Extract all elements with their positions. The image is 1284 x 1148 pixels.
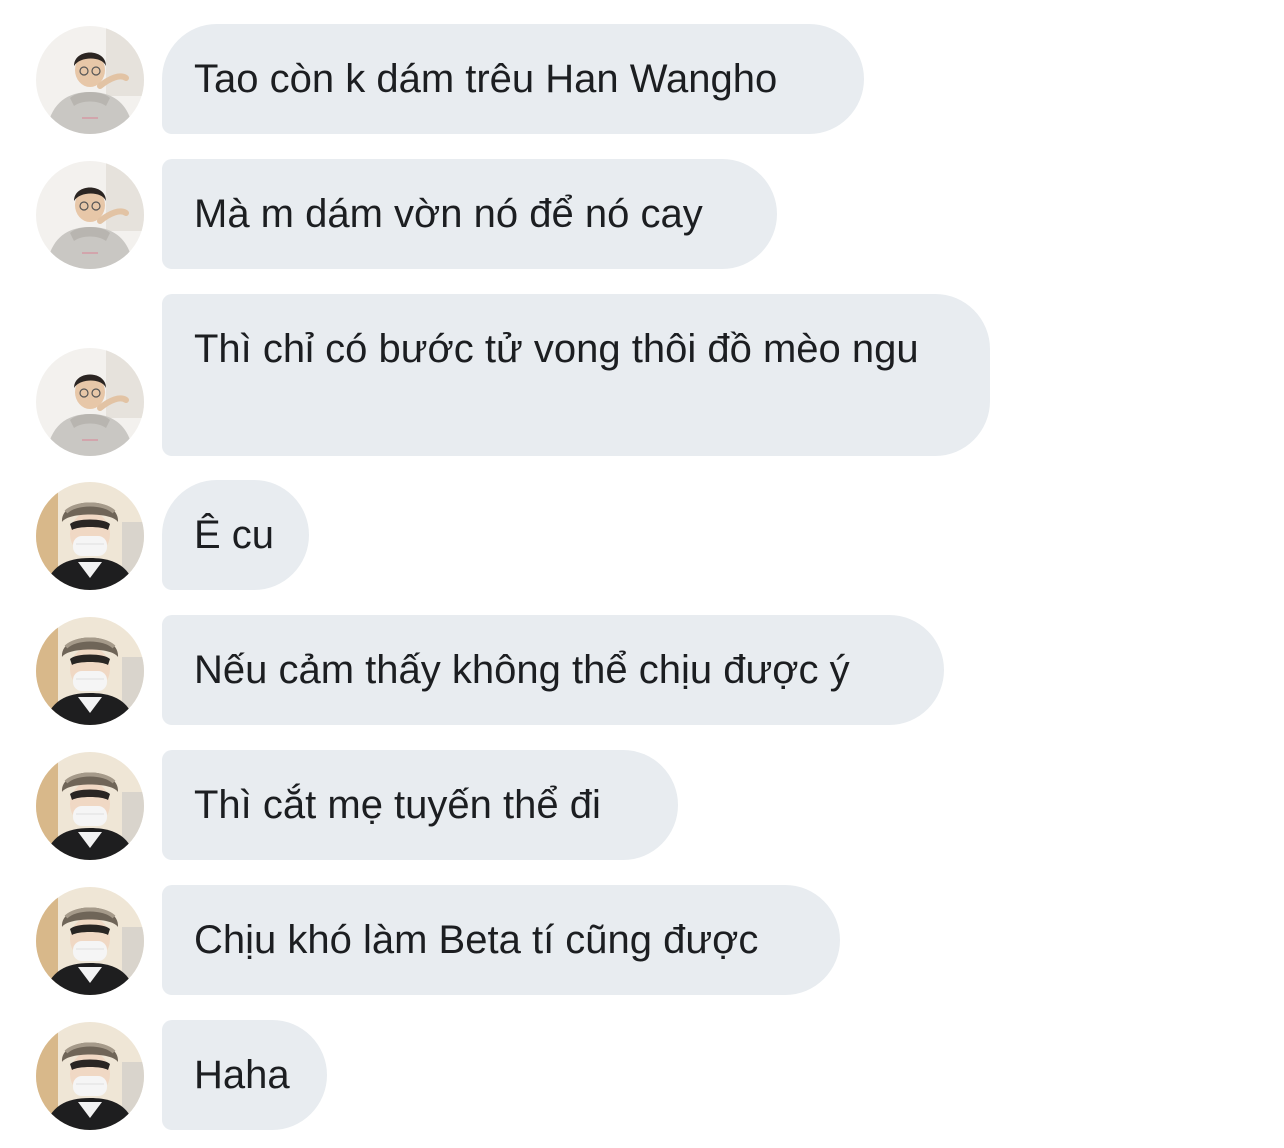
message-bubble[interactable]: Ê cu: [162, 480, 309, 590]
message-bubble[interactable]: Mà m dám vờn nó để nó cay: [162, 159, 777, 269]
person-in-grey-hoodie-avatar-icon: [36, 26, 144, 134]
message-row: Chịu khó làm Beta tí cũng được: [0, 885, 1284, 995]
avatar[interactable]: [36, 161, 144, 269]
message-row: Haha: [0, 1020, 1284, 1130]
message-row: Nếu cảm thấy không thể chịu được ý: [0, 615, 1284, 725]
person-in-fur-hat-mask-avatar-icon: [36, 482, 144, 590]
message-bubble[interactable]: Chịu khó làm Beta tí cũng được: [162, 885, 840, 995]
person-in-grey-hoodie-avatar-icon: [36, 161, 144, 269]
person-in-fur-hat-mask-avatar-icon: [36, 887, 144, 995]
person-in-grey-hoodie-avatar-icon: [36, 348, 144, 456]
message-bubble[interactable]: Tao còn k dám trêu Han Wangho: [162, 24, 864, 134]
message-row: Tao còn k dám trêu Han Wangho: [0, 24, 1284, 134]
message-row: Thì cắt mẹ tuyến thể đi: [0, 750, 1284, 860]
message-row: Thì chỉ có bước tử vong thôi đồ mèo ngu: [0, 294, 1284, 456]
avatar[interactable]: [36, 617, 144, 725]
message-bubble[interactable]: Nếu cảm thấy không thể chịu được ý: [162, 615, 944, 725]
person-in-fur-hat-mask-avatar-icon: [36, 1022, 144, 1130]
person-in-fur-hat-mask-avatar-icon: [36, 752, 144, 860]
message-row: Mà m dám vờn nó để nó cay: [0, 159, 1284, 269]
avatar[interactable]: [36, 752, 144, 860]
avatar[interactable]: [36, 1022, 144, 1130]
avatar[interactable]: [36, 887, 144, 995]
person-in-fur-hat-mask-avatar-icon: [36, 617, 144, 725]
avatar[interactable]: [36, 26, 144, 134]
message-row: Ê cu: [0, 480, 1284, 590]
avatar[interactable]: [36, 348, 144, 456]
message-bubble[interactable]: Haha: [162, 1020, 327, 1130]
message-bubble[interactable]: Thì chỉ có bước tử vong thôi đồ mèo ngu: [162, 294, 990, 456]
avatar[interactable]: [36, 482, 144, 590]
message-bubble[interactable]: Thì cắt mẹ tuyến thể đi: [162, 750, 678, 860]
